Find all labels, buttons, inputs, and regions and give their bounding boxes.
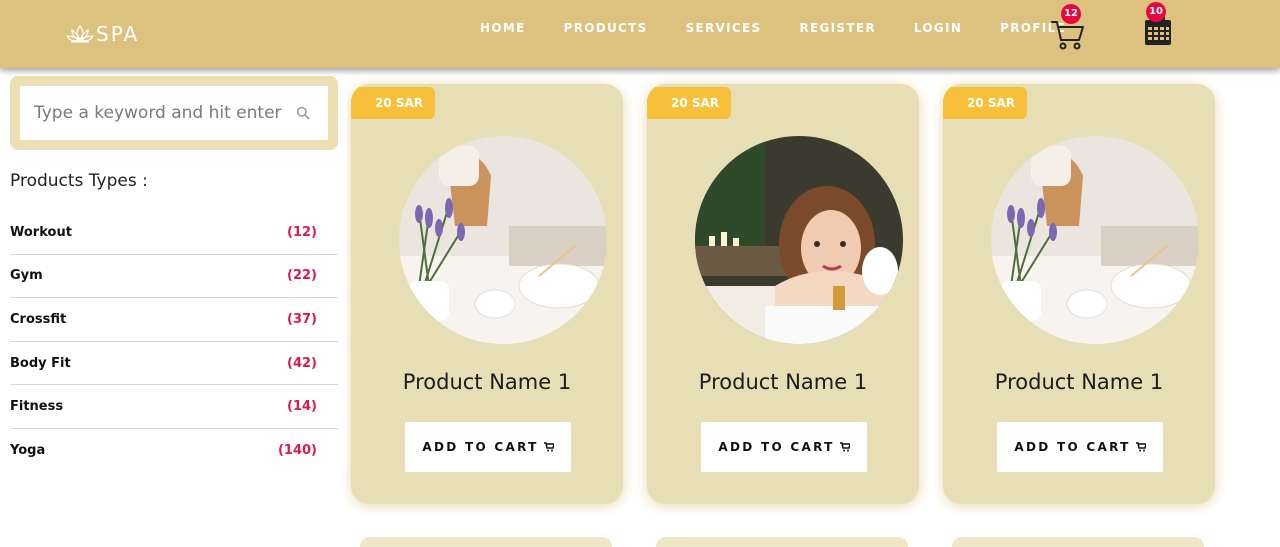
type-item-yoga[interactable]: Yoga (140) (10, 429, 338, 473)
type-count: (37) (287, 311, 317, 327)
cart-mini-icon (543, 442, 554, 452)
nav-login[interactable]: LOGIN (914, 21, 962, 35)
add-to-cart-button[interactable]: ADD TO CART (997, 422, 1163, 472)
site-logo[interactable]: SPA (66, 22, 139, 46)
type-count: (12) (287, 224, 317, 240)
type-item-gym[interactable]: Gym (22) (10, 255, 338, 299)
add-to-cart-button[interactable]: ADD TO CART (405, 422, 571, 472)
product-card: 20 SAR Product Name 1 ADD TO CART (647, 84, 919, 504)
product-card: 20 SAR Product Name 1 ADD TO CART (943, 84, 1215, 504)
type-count: (140) (277, 443, 317, 459)
add-to-cart-label: ADD TO CART (422, 440, 539, 454)
calendar-button[interactable]: 10 (1142, 2, 1176, 48)
search-field-wrapper (20, 86, 328, 140)
next-card-peek (656, 537, 908, 547)
product-image (991, 136, 1199, 344)
type-item-body-fit[interactable]: Body Fit (42) (10, 342, 338, 386)
nav-services[interactable]: SERVICES (686, 21, 762, 35)
type-name: Fitness (10, 399, 64, 415)
cart-mini-icon (839, 442, 850, 452)
products-types-heading: Products Types : (10, 171, 148, 191)
type-count: (22) (287, 268, 317, 284)
search-icon[interactable] (296, 106, 310, 120)
product-image (399, 136, 607, 344)
calendar-count-badge: 10 (1146, 2, 1166, 22)
main-nav: HOME PRODUCTS SERVICES REGISTER LOGIN PR… (480, 21, 1104, 35)
product-name: Product Name 1 (402, 370, 572, 394)
type-name: Gym (10, 268, 43, 284)
price-tag: 20 SAR (647, 87, 731, 119)
price-tag: 20 SAR (943, 87, 1027, 119)
cart-button[interactable]: 12 (1050, 4, 1090, 52)
type-item-fitness[interactable]: Fitness (14) (10, 385, 338, 429)
logo-text: SPA (96, 22, 140, 46)
nav-home[interactable]: HOME (480, 21, 526, 35)
next-card-peek (952, 537, 1204, 547)
add-to-cart-label: ADD TO CART (718, 440, 835, 454)
next-card-peek (360, 537, 612, 547)
type-item-workout[interactable]: Workout (12) (10, 211, 338, 255)
search-panel (10, 76, 338, 150)
product-name: Product Name 1 (698, 370, 868, 394)
product-types-list: Workout (12) Gym (22) Crossfit (37) Body… (10, 211, 338, 473)
cart-mini-icon (1135, 442, 1146, 452)
product-card: 20 SAR Product Name 1 ADD TO CART (351, 84, 623, 504)
type-name: Yoga (10, 443, 46, 459)
type-name: Workout (10, 224, 72, 240)
search-input[interactable] (34, 98, 284, 128)
type-count: (14) (287, 399, 317, 415)
top-navbar: SPA HOME PRODUCTS SERVICES REGISTER LOGI… (0, 0, 1280, 68)
nav-products[interactable]: PRODUCTS (564, 21, 648, 35)
price-tag: 20 SAR (351, 87, 435, 119)
add-to-cart-button[interactable]: ADD TO CART (701, 422, 867, 472)
product-image (695, 136, 903, 344)
add-to-cart-label: ADD TO CART (1014, 440, 1131, 454)
sidebar: Products Types : Workout (12) Gym (22) C… (0, 66, 347, 472)
type-name: Body Fit (10, 355, 71, 371)
product-name: Product Name 1 (994, 370, 1164, 394)
cart-count-badge: 12 (1061, 4, 1081, 24)
nav-register[interactable]: REGISTER (799, 21, 875, 35)
type-name: Crossfit (10, 311, 67, 327)
lotus-icon (66, 25, 94, 43)
type-count: (42) (287, 355, 317, 371)
type-item-crossfit[interactable]: Crossfit (37) (10, 298, 338, 342)
